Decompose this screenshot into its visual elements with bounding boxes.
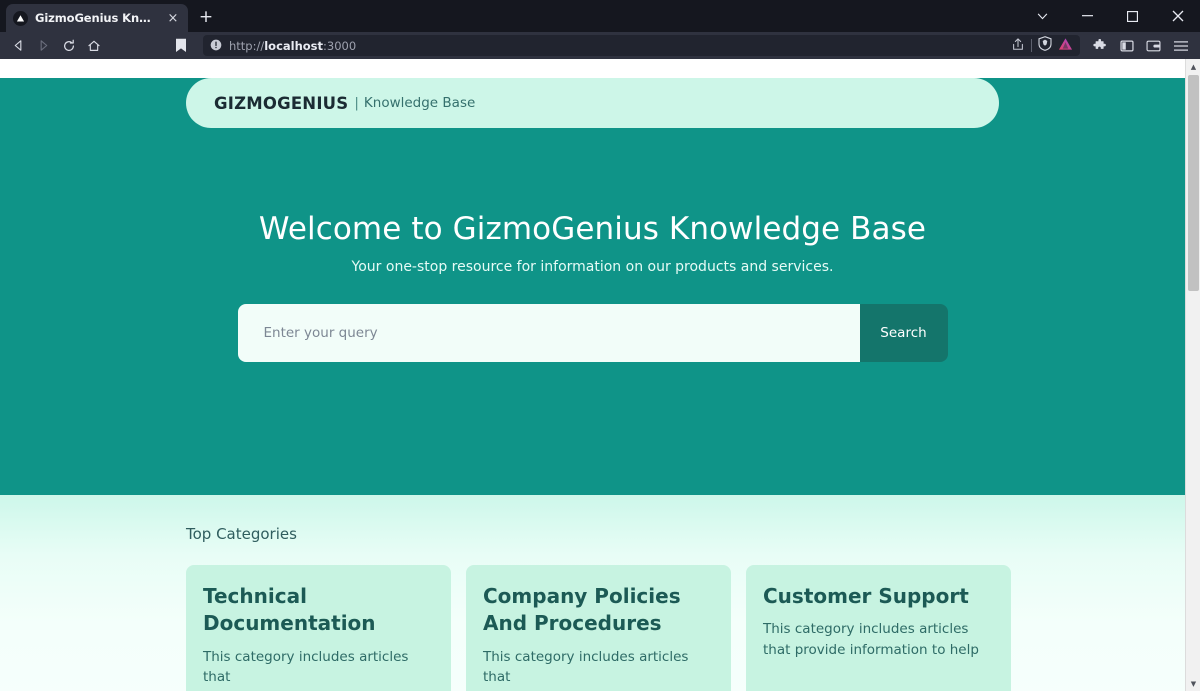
new-tab-button[interactable]: + bbox=[193, 4, 219, 30]
search-input[interactable] bbox=[237, 304, 860, 362]
wallet-icon[interactable] bbox=[1140, 33, 1167, 58]
divider bbox=[1031, 39, 1032, 52]
section-heading: Top Categories bbox=[186, 525, 297, 543]
share-icon[interactable] bbox=[1011, 36, 1025, 55]
page-content: GIZMOGENIUS | Knowledge Base Welcome to … bbox=[0, 59, 1185, 691]
home-icon[interactable] bbox=[81, 33, 106, 58]
reload-icon[interactable] bbox=[56, 33, 81, 58]
omnibox-actions bbox=[1011, 36, 1073, 55]
page-subtitle: Your one-stop resource for information o… bbox=[351, 259, 834, 275]
brand-subtitle: Knowledge Base bbox=[363, 95, 476, 111]
scroll-down-icon[interactable]: ▼ bbox=[1186, 676, 1200, 691]
brand-separator: | bbox=[354, 95, 359, 111]
category-card-title: Customer Support bbox=[763, 584, 969, 608]
category-card-list: Technical Documentation This category in… bbox=[0, 543, 1185, 691]
category-card-description: This category includes articles that pro… bbox=[763, 621, 979, 658]
maximize-icon[interactable] bbox=[1110, 0, 1155, 32]
site-header: GIZMOGENIUS | Knowledge Base bbox=[186, 78, 999, 128]
brand-logo-text: GIZMOGENIUS bbox=[214, 93, 349, 113]
search-form: Search bbox=[237, 304, 948, 362]
back-icon[interactable] bbox=[6, 33, 31, 58]
scrollbar-thumb[interactable] bbox=[1188, 75, 1199, 291]
category-card-description: This category includes articles that bbox=[203, 648, 409, 686]
site-info-icon[interactable] bbox=[210, 36, 222, 55]
window-controls bbox=[1020, 0, 1200, 32]
browser-menu-icon[interactable] bbox=[1167, 33, 1194, 58]
brave-leo-icon[interactable] bbox=[1058, 36, 1073, 55]
close-icon[interactable]: × bbox=[165, 10, 181, 26]
category-card-title: Company Policies And Procedures bbox=[483, 584, 681, 636]
navigation-toolbar: http://localhost:3000 bbox=[0, 32, 1200, 59]
categories-section: Top Categories Technical Documentation T… bbox=[0, 495, 1185, 691]
address-bar[interactable]: http://localhost:3000 bbox=[203, 35, 1080, 56]
category-card[interactable]: Company Policies And Procedures This cat… bbox=[466, 565, 731, 691]
forward-icon[interactable] bbox=[31, 33, 56, 58]
toolbar-actions bbox=[1086, 33, 1194, 58]
url-text: http://localhost:3000 bbox=[229, 38, 357, 53]
scroll-up-icon[interactable]: ▲ bbox=[1186, 59, 1200, 74]
category-card[interactable]: Technical Documentation This category in… bbox=[186, 565, 451, 691]
brave-shields-icon[interactable] bbox=[1038, 36, 1052, 55]
sidebar-icon[interactable] bbox=[1113, 33, 1140, 58]
browser-window: GizmoGenius Knowledge Base × + bbox=[0, 0, 1200, 691]
page-title: Welcome to GizmoGenius Knowledge Base bbox=[258, 211, 927, 247]
browser-tab[interactable]: GizmoGenius Knowledge Base × bbox=[6, 4, 188, 32]
bookmark-icon[interactable] bbox=[168, 33, 193, 58]
hero-section: GIZMOGENIUS | Knowledge Base Welcome to … bbox=[0, 78, 1185, 495]
tab-strip: GizmoGenius Knowledge Base × + bbox=[0, 0, 1200, 32]
extensions-icon[interactable] bbox=[1086, 33, 1113, 58]
tab-search-icon[interactable] bbox=[1020, 0, 1065, 32]
search-button[interactable]: Search bbox=[859, 304, 948, 362]
close-window-icon[interactable] bbox=[1155, 0, 1200, 32]
page-scrollbar[interactable]: ▲ ▼ bbox=[1185, 59, 1200, 691]
category-card-description: This category includes articles that bbox=[483, 648, 689, 686]
minimize-icon[interactable] bbox=[1065, 0, 1110, 32]
category-card[interactable]: Customer Support This category includes … bbox=[746, 565, 1011, 691]
page-viewport: GIZMOGENIUS | Knowledge Base Welcome to … bbox=[0, 59, 1200, 691]
brave-triangle-icon bbox=[13, 10, 28, 26]
category-card-title: Technical Documentation bbox=[203, 584, 376, 636]
tab-title: GizmoGenius Knowledge Base bbox=[35, 11, 158, 25]
